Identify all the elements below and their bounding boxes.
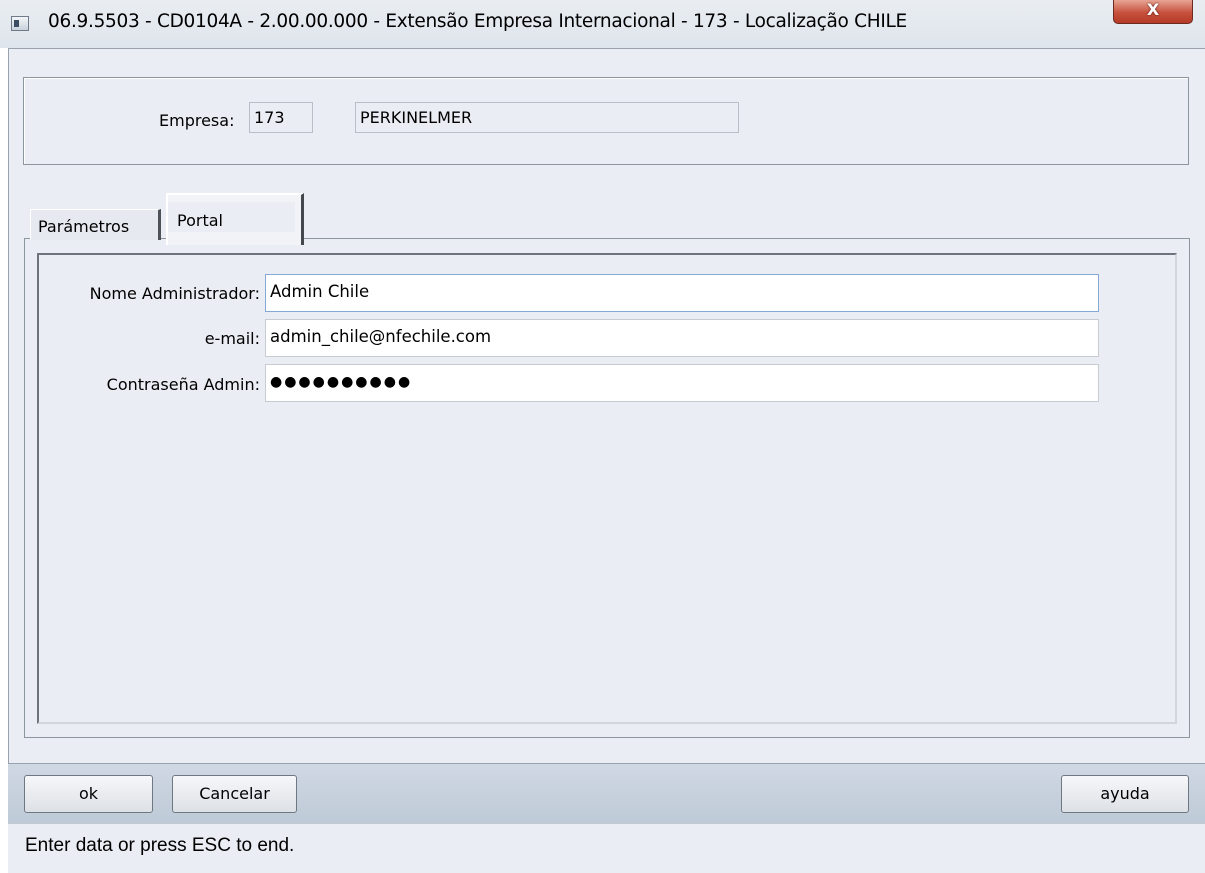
empresa-label: Empresa: bbox=[159, 111, 235, 130]
ok-button[interactable]: ok bbox=[24, 775, 153, 813]
close-button[interactable]: X bbox=[1113, 0, 1193, 24]
app-window-icon[interactable] bbox=[11, 16, 29, 31]
empresa-code-field: 173 bbox=[249, 102, 313, 133]
email-label: e-mail: bbox=[204, 329, 260, 348]
status-text: Enter data or press ESC to end. bbox=[25, 835, 295, 856]
status-bar: Enter data or press ESC to end. bbox=[8, 823, 1205, 873]
title-bar[interactable]: 06.9.5503 - CD0104A - 2.00.00.000 - Exte… bbox=[0, 0, 1205, 48]
help-button[interactable]: ayuda bbox=[1061, 775, 1189, 813]
tab-portal-label: Portal bbox=[177, 211, 223, 230]
tab-parametros-label: Parámetros bbox=[38, 217, 130, 236]
contrasena-admin-label: Contraseña Admin: bbox=[106, 375, 260, 394]
contrasena-admin-input[interactable]: ●●●●●●●●●● bbox=[265, 364, 1099, 402]
window-title: 06.9.5503 - CD0104A - 2.00.00.000 - Exte… bbox=[48, 11, 907, 32]
nome-administrador-input[interactable]: Admin Chile bbox=[265, 274, 1099, 312]
empresa-name-field: PERKINELMER bbox=[355, 102, 739, 133]
nome-administrador-label: Nome Administrador: bbox=[89, 284, 260, 303]
cancel-button[interactable]: Cancelar bbox=[172, 775, 297, 813]
tab-portal[interactable]: Portal bbox=[166, 193, 304, 245]
tab-parametros[interactable]: Parámetros bbox=[30, 209, 161, 240]
email-input[interactable]: admin_chile@nfechile.com bbox=[265, 319, 1099, 357]
